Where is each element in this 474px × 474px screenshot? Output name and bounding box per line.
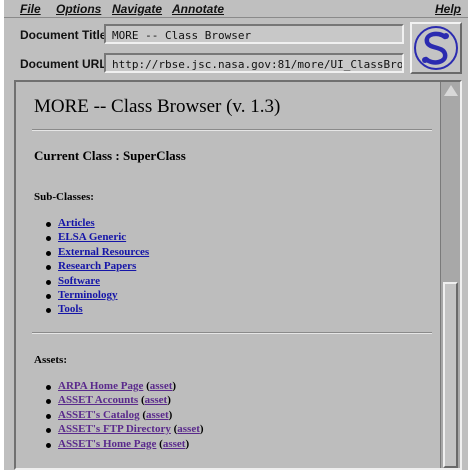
- current-class: Current Class : SuperClass: [34, 148, 186, 163]
- subclass-link-software[interactable]: Software: [58, 275, 100, 287]
- subclass-link-terminology[interactable]: Terminology: [58, 289, 118, 301]
- list-item: Terminology: [44, 289, 149, 303]
- divider: [32, 332, 432, 334]
- document-view: MORE -- Class Browser (v. 1.3) Current C…: [14, 80, 462, 470]
- asset-link-assets-ftp-directory[interactable]: ASSET's FTP Directory: [58, 423, 171, 435]
- asset-tag-link[interactable]: asset: [146, 409, 169, 421]
- scroll-up-arrow-icon[interactable]: [444, 85, 458, 96]
- browser-window: File Options Navigate Annotate Help Docu…: [4, 0, 468, 470]
- menu-file[interactable]: File: [20, 2, 41, 16]
- list-item: Tools: [44, 303, 149, 317]
- asset-tag-link[interactable]: asset: [150, 380, 173, 392]
- menu-navigate[interactable]: Navigate: [112, 2, 162, 16]
- menu-annotate[interactable]: Annotate: [172, 2, 224, 16]
- subclasses-heading: Sub-Classes:: [34, 191, 94, 203]
- document-content: MORE -- Class Browser (v. 1.3) Current C…: [16, 82, 440, 468]
- asset-link-arpa-home-page[interactable]: ARPA Home Page: [58, 380, 143, 392]
- divider: [32, 129, 432, 131]
- list-item: Articles: [44, 217, 149, 231]
- page-title: MORE -- Class Browser (v. 1.3): [34, 96, 281, 117]
- subclass-link-tools[interactable]: Tools: [58, 303, 83, 315]
- asset-list: ARPA Home Page (asset) ASSET Accounts (a…: [44, 380, 204, 452]
- asset-tag-link[interactable]: asset: [177, 423, 200, 435]
- document-url-field[interactable]: http://rbse.jsc.nasa.gov:81/more/UI_Clas…: [104, 53, 404, 73]
- subclass-link-articles[interactable]: Articles: [58, 217, 95, 229]
- subclass-link-external-resources[interactable]: External Resources: [58, 246, 149, 258]
- asset-link-assets-catalog[interactable]: ASSET's Catalog: [58, 409, 140, 421]
- asset-tag-link[interactable]: asset: [163, 438, 186, 450]
- menu-help[interactable]: Help: [435, 2, 461, 16]
- menu-bar: File Options Navigate Annotate Help: [4, 0, 468, 18]
- list-item: ASSET's FTP Directory (asset): [44, 423, 204, 437]
- list-item: ASSET's Catalog (asset): [44, 409, 204, 423]
- document-title-label: Document Title:: [20, 28, 111, 42]
- subclass-link-research-papers[interactable]: Research Papers: [58, 260, 136, 272]
- list-item: ASSET Accounts (asset): [44, 394, 204, 408]
- list-item: ELSA Generic: [44, 231, 149, 245]
- subclass-list: Articles ELSA Generic External Resources…: [44, 217, 149, 318]
- menu-options[interactable]: Options: [56, 2, 101, 16]
- list-item: ASSET's Home Page (asset): [44, 438, 204, 452]
- ncsa-mosaic-s-logo-icon: [414, 26, 458, 70]
- list-item: ARPA Home Page (asset): [44, 380, 204, 394]
- subclass-link-elsa-generic[interactable]: ELSA Generic: [58, 231, 126, 243]
- asset-tag-link[interactable]: asset: [145, 394, 168, 406]
- vertical-scrollbar[interactable]: [440, 82, 460, 468]
- list-item: External Resources: [44, 246, 149, 260]
- assets-heading: Assets:: [34, 354, 67, 366]
- list-item: Software: [44, 275, 149, 289]
- list-item: Research Papers: [44, 260, 149, 274]
- document-title-field[interactable]: MORE -- Class Browser: [104, 24, 404, 44]
- document-url-label: Document URL:: [20, 57, 111, 71]
- mosaic-logo-button[interactable]: [410, 22, 462, 74]
- asset-link-asset-accounts[interactable]: ASSET Accounts: [58, 394, 138, 406]
- asset-link-assets-home-page[interactable]: ASSET's Home Page: [58, 438, 156, 450]
- scrollbar-thumb[interactable]: [443, 282, 458, 468]
